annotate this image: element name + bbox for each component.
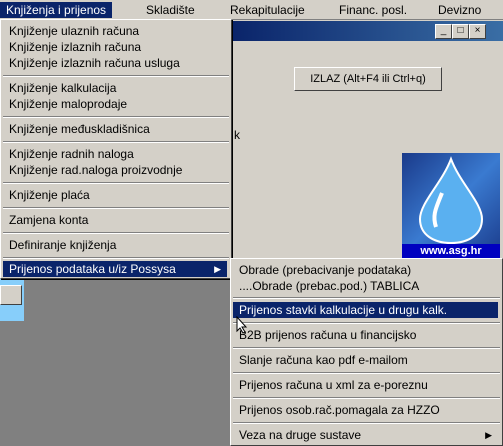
- menu-item-zamjena-konta[interactable]: Zamjena konta: [3, 212, 225, 228]
- menu-bar: Knjiženja i prijenos Skladište Rekapitul…: [0, 0, 503, 20]
- menu-skladiste[interactable]: Skladište: [140, 2, 201, 18]
- side-letter: k: [234, 128, 240, 142]
- submenu-item-veza[interactable]: Veza na druge sustave ▶: [233, 427, 498, 443]
- menu-item-label: Veza na druge sustave: [239, 428, 362, 442]
- menu-separator: [3, 257, 229, 259]
- menu-item-medjuskladisnica[interactable]: Knjiženje međuskladišnica: [3, 121, 225, 137]
- submenu-arrow-icon: ▶: [485, 430, 492, 440]
- menu-devizno[interactable]: Devizno: [432, 2, 487, 18]
- close-icon[interactable]: ×: [469, 24, 486, 39]
- water-drop-icon: [418, 156, 484, 245]
- menu-item-rad-naloga-proizv[interactable]: Knjiženje rad.naloga proizvodnje: [3, 162, 225, 178]
- submenu-item-hzzo[interactable]: Prijenos osob.rač.pomagala za HZZO: [233, 402, 496, 418]
- menu-separator: [233, 422, 500, 424]
- menu-separator: [233, 297, 500, 299]
- menu-item-definiranje[interactable]: Definiranje knjiženja: [3, 237, 225, 253]
- submenu-item-b2b[interactable]: B2B prijenos računa u financijsko: [233, 327, 496, 343]
- menu-separator: [3, 141, 229, 143]
- menu-separator: [3, 116, 229, 118]
- menu-knjizenja[interactable]: Knjiženja i prijenos: [0, 2, 113, 18]
- menu-item-label: Prijenos podataka u/iz Possysa: [9, 262, 176, 276]
- submenu-item-xml-porezna[interactable]: Prijenos računa u xml za e-poreznu: [233, 377, 496, 393]
- logo-url[interactable]: www.asg.hr: [402, 244, 500, 259]
- menu-separator: [3, 75, 229, 77]
- menu-item-izlazni[interactable]: Knjiženje izlaznih računa: [3, 39, 225, 55]
- menu-item-place[interactable]: Knjiženje plaća: [3, 187, 225, 203]
- menu-item-radni-nalozi[interactable]: Knjiženje radnih naloga: [3, 146, 225, 162]
- submenu-item-prijenos-stavki[interactable]: Prijenos stavki kalkulacije u drugu kalk…: [233, 302, 498, 318]
- submenu-arrow-icon: ▶: [214, 264, 221, 274]
- menu-separator: [3, 207, 229, 209]
- menu-item-prijenos-possys[interactable]: Prijenos podataka u/iz Possysa ▶: [3, 261, 227, 277]
- maximize-icon[interactable]: □: [452, 24, 469, 39]
- minimize-icon[interactable]: _: [435, 24, 452, 39]
- menu-item-kalkulacija[interactable]: Knjiženje kalkulacija: [3, 80, 225, 96]
- desktop-area: [0, 349, 232, 446]
- submenu-item-obrade-tablica[interactable]: ....Obrade (prebac.pod.) TABLICA: [233, 278, 496, 294]
- menu-separator: [3, 182, 229, 184]
- menu-rekapitulacije[interactable]: Rekapitulacije: [224, 2, 311, 18]
- menu-item-ulazni[interactable]: Knjiženje ulaznih računa: [3, 23, 225, 39]
- menu-item-maloprodaja[interactable]: Knjiženje maloprodaje: [3, 96, 225, 112]
- menu-financ[interactable]: Financ. posl.: [333, 2, 413, 18]
- menu-separator: [233, 372, 500, 374]
- menu-separator: [233, 347, 500, 349]
- prijenos-submenu: Obrade (prebacivanje podataka) ....Obrad…: [230, 258, 503, 446]
- submenu-item-obrade[interactable]: Obrade (prebacivanje podataka): [233, 262, 496, 278]
- menu-separator: [233, 397, 500, 399]
- small-window-button[interactable]: [0, 285, 22, 305]
- mouse-cursor-icon: [236, 316, 248, 334]
- submenu-item-pdf-email[interactable]: Slanje računa kao pdf e-mailom: [233, 352, 496, 368]
- izlaz-button[interactable]: IZLAZ (Alt+F4 ili Ctrl+q): [294, 67, 442, 91]
- knjizenja-menu: Knjiženje ulaznih računa Knjiženje izlaz…: [0, 19, 232, 279]
- menu-item-izlazni-usluga[interactable]: Knjiženje izlaznih računa usluga: [3, 55, 225, 71]
- menu-separator: [3, 232, 229, 234]
- menu-separator: [233, 322, 500, 324]
